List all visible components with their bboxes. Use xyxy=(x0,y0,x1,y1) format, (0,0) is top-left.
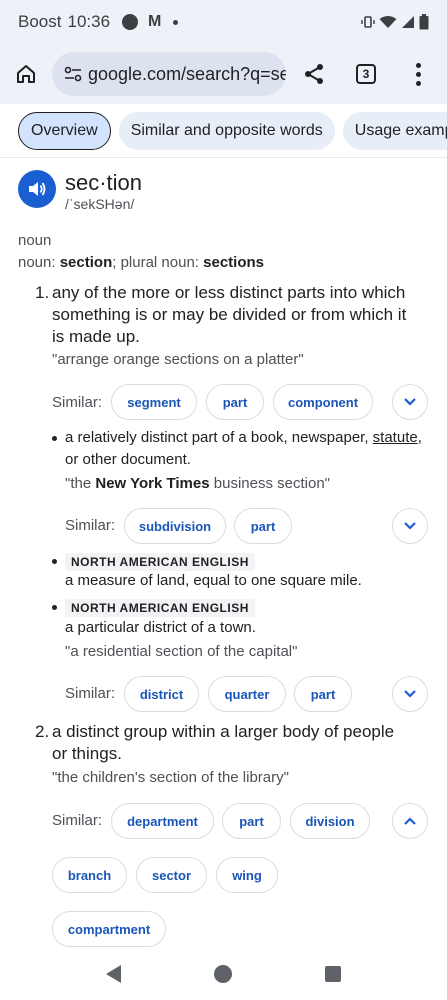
definition-number: 2. xyxy=(35,722,50,741)
similar-chip[interactable]: subdivision xyxy=(124,508,226,544)
definition-line: is made up. xyxy=(52,327,140,346)
similar-chip[interactable]: part xyxy=(206,384,264,420)
clock: 10:36 xyxy=(67,12,111,31)
back-icon[interactable] xyxy=(106,965,122,983)
example-sentence: "the children's section of the library" xyxy=(52,769,289,786)
site-settings-icon[interactable] xyxy=(62,63,84,85)
sub-definition-line: or other document. xyxy=(65,451,191,468)
similar-chip[interactable]: sector xyxy=(136,857,207,893)
similar-chip[interactable]: part xyxy=(222,803,281,839)
similar-chip[interactable]: wing xyxy=(216,857,278,893)
similar-chip[interactable]: quarter xyxy=(208,676,286,712)
expand-similar-button[interactable] xyxy=(392,508,428,544)
similar-chip[interactable]: district xyxy=(124,676,199,712)
signal-icon xyxy=(402,16,414,28)
home-nav-icon[interactable] xyxy=(213,965,232,983)
word-header: sec·tion /ˈsekSHən/ xyxy=(18,170,142,212)
similar-chip[interactable]: division xyxy=(290,803,370,839)
region-tag: NORTH AMERICAN ENGLISH xyxy=(65,553,255,571)
address-bar[interactable]: google.com/search?q=se xyxy=(52,52,286,96)
definition-line: any of the more or less distinct parts i… xyxy=(52,283,406,302)
more-menu-button[interactable] xyxy=(392,48,444,100)
mail-icon: M xyxy=(148,13,162,30)
pronounce-button[interactable] xyxy=(18,170,56,208)
battery-icon xyxy=(419,14,429,30)
part-of-speech: noun xyxy=(18,232,52,249)
chevron-down-icon xyxy=(404,522,416,530)
sub-definition-line: a particular district of a town. xyxy=(65,619,256,636)
more-vert-icon xyxy=(415,62,421,68)
example-sentence: "the New York Times business section" xyxy=(65,475,330,492)
similar-chip[interactable]: branch xyxy=(52,857,127,893)
vibrate-icon xyxy=(361,16,375,28)
similar-chip[interactable]: part xyxy=(234,508,292,544)
system-nav-bar xyxy=(0,948,447,1000)
more-notifications-icon xyxy=(173,19,179,25)
similar-label: Similar: xyxy=(52,812,103,829)
sub-definition-line: a relatively distinct part of a book, ne… xyxy=(65,429,422,446)
wifi-icon xyxy=(379,16,397,28)
similar-chip[interactable]: component xyxy=(273,384,373,420)
similar-chip[interactable]: department xyxy=(111,803,214,839)
carrier-label: Boost xyxy=(18,12,62,31)
home-icon xyxy=(17,65,35,83)
collapse-similar-button[interactable] xyxy=(392,803,428,839)
recents-icon[interactable] xyxy=(324,966,341,982)
share-icon xyxy=(305,64,323,84)
definition-line: a distinct group within a larger body of… xyxy=(52,722,395,741)
definition-number: 1. xyxy=(35,283,50,302)
headword: sec·tion xyxy=(65,170,143,195)
speaker-icon xyxy=(29,182,46,196)
similar-chip[interactable]: part xyxy=(294,676,352,712)
tab-switcher-button[interactable]: 3 xyxy=(340,48,392,100)
chevron-down-icon xyxy=(404,690,416,698)
definition-line: something is or may be divided or from w… xyxy=(52,305,407,324)
phonetic: /ˈsekSHən/ xyxy=(65,196,135,212)
browser-toolbar: google.com/search?q=se 3 xyxy=(0,44,447,104)
similar-label: Similar: xyxy=(65,517,116,534)
region-tag: NORTH AMERICAN ENGLISH xyxy=(65,599,255,617)
share-button[interactable] xyxy=(288,48,340,100)
similar-label: Similar: xyxy=(52,394,103,411)
home-button[interactable] xyxy=(0,48,52,100)
status-icons xyxy=(361,14,429,30)
tab-count: 3 xyxy=(356,64,376,84)
example-sentence: "arrange orange sections on a platter" xyxy=(52,351,304,368)
tab-overview[interactable]: Overview xyxy=(18,111,111,150)
tab-usage-examples[interactable]: Usage examples xyxy=(342,111,447,150)
bullet xyxy=(52,605,57,610)
expand-similar-button[interactable] xyxy=(392,676,428,712)
word-forms: noun: section; plural noun: sections xyxy=(18,254,264,271)
similar-chip[interactable]: compartment xyxy=(52,911,166,947)
url-text: google.com/search?q=se xyxy=(88,63,286,84)
similar-label: Similar: xyxy=(65,685,116,702)
definition-line: or things. xyxy=(52,744,122,763)
chevron-down-icon xyxy=(404,398,416,406)
status-bar: Boost 10:36 M xyxy=(0,0,447,44)
sub-definition-line: a measure of land, equal to one square m… xyxy=(65,572,362,589)
expand-similar-button[interactable] xyxy=(392,384,428,420)
tab-similar-opposite[interactable]: Similar and opposite words xyxy=(118,111,335,150)
notification-icon xyxy=(122,14,139,30)
chevron-up-icon xyxy=(404,817,416,825)
example-sentence: "a residential section of the capital" xyxy=(65,643,298,660)
bullet xyxy=(52,436,57,441)
result-tabs: Overview Similar and opposite words Usag… xyxy=(0,104,447,158)
bullet xyxy=(52,559,57,564)
similar-chip[interactable]: segment xyxy=(111,384,197,420)
statute-link[interactable]: statute xyxy=(373,429,418,446)
